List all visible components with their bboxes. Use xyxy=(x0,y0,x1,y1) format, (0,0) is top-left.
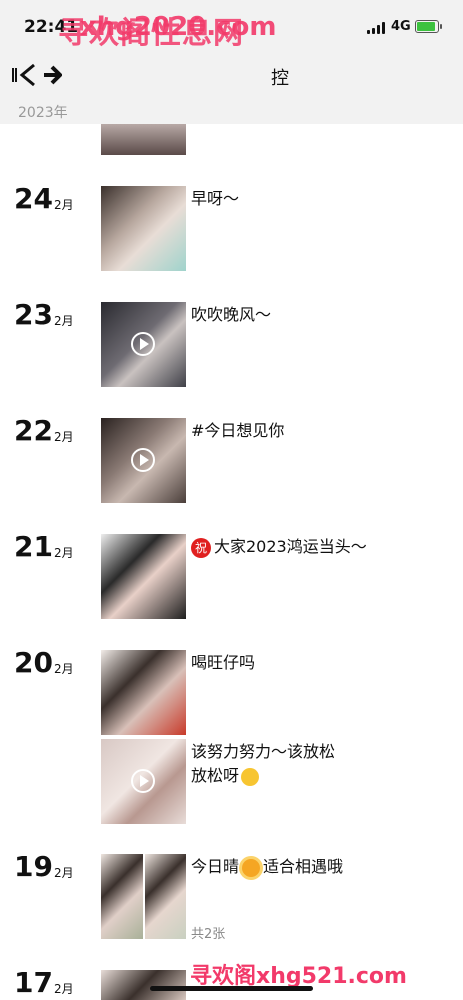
post-day: 22 xyxy=(14,414,53,447)
post-thumbnail[interactable] xyxy=(101,124,186,155)
nav-bar: 控 xyxy=(0,52,463,99)
post-caption[interactable]: 吹吹晚风～ xyxy=(191,303,271,327)
image-count: 共2张 xyxy=(191,927,226,942)
post-month: 2月 xyxy=(54,430,74,444)
post-caption[interactable]: #今日想见你 xyxy=(191,419,284,443)
post-thumbnail[interactable] xyxy=(101,418,186,503)
post-caption-text: 适合相遇哦 xyxy=(263,857,344,876)
home-indicator[interactable] xyxy=(150,986,313,991)
post-month: 2月 xyxy=(54,546,74,560)
post-day: 24 xyxy=(14,182,53,215)
back-arrow-icon[interactable] xyxy=(12,62,62,88)
post-caption-text: 今日晴 xyxy=(191,857,240,876)
battery-icon xyxy=(415,20,442,33)
post-thumbnail[interactable] xyxy=(101,739,186,824)
post-day: 23 xyxy=(14,298,53,331)
watermark-url: xhg2020.com xyxy=(80,12,277,42)
post-month: 2月 xyxy=(54,198,74,212)
network-label: 4G xyxy=(391,19,411,34)
post-thumbnail[interactable] xyxy=(101,854,143,939)
post-caption-line: 放松呀 xyxy=(191,766,240,785)
post-caption-text: 大家2023鸿运当头～ xyxy=(214,537,367,556)
year-header xyxy=(0,98,463,124)
post-day: 19 xyxy=(14,850,53,883)
play-icon xyxy=(131,448,155,472)
post-day: 17 xyxy=(14,966,53,999)
post-month: 2月 xyxy=(54,314,74,328)
post-month: 2月 xyxy=(54,662,74,676)
page-title: 控 xyxy=(271,68,289,89)
post-caption[interactable]: 今日晴 适合相遇哦 xyxy=(191,855,343,879)
smirk-emoji-icon xyxy=(241,767,260,786)
sun-emoji-icon xyxy=(242,858,261,877)
post-caption[interactable]: 喝旺仔吗 xyxy=(191,651,255,675)
post-caption[interactable]: 该努力努力～该放松 放松呀 xyxy=(191,740,335,788)
blessing-badge-icon: 祝 xyxy=(191,537,211,558)
signal-icon xyxy=(367,22,387,34)
post-caption[interactable]: 早呀～ xyxy=(191,187,239,211)
post-day: 20 xyxy=(14,646,53,679)
post-day: 21 xyxy=(14,530,53,563)
post-thumbnail[interactable] xyxy=(101,302,186,387)
post-month: 2月 xyxy=(54,866,74,880)
post-thumbnail[interactable] xyxy=(101,534,186,619)
year-label: 2023年 xyxy=(18,105,68,121)
post-thumbnail[interactable] xyxy=(101,970,186,1000)
post-thumbnail[interactable] xyxy=(145,854,186,939)
post-caption[interactable]: 祝大家2023鸿运当头～ xyxy=(191,535,367,559)
post-thumbnail[interactable] xyxy=(101,186,186,271)
post-thumbnail[interactable] xyxy=(101,650,186,735)
play-icon xyxy=(131,769,155,793)
play-icon xyxy=(131,332,155,356)
post-month: 2月 xyxy=(54,982,74,996)
post-caption-line: 该努力努力～该放松 xyxy=(191,742,336,761)
